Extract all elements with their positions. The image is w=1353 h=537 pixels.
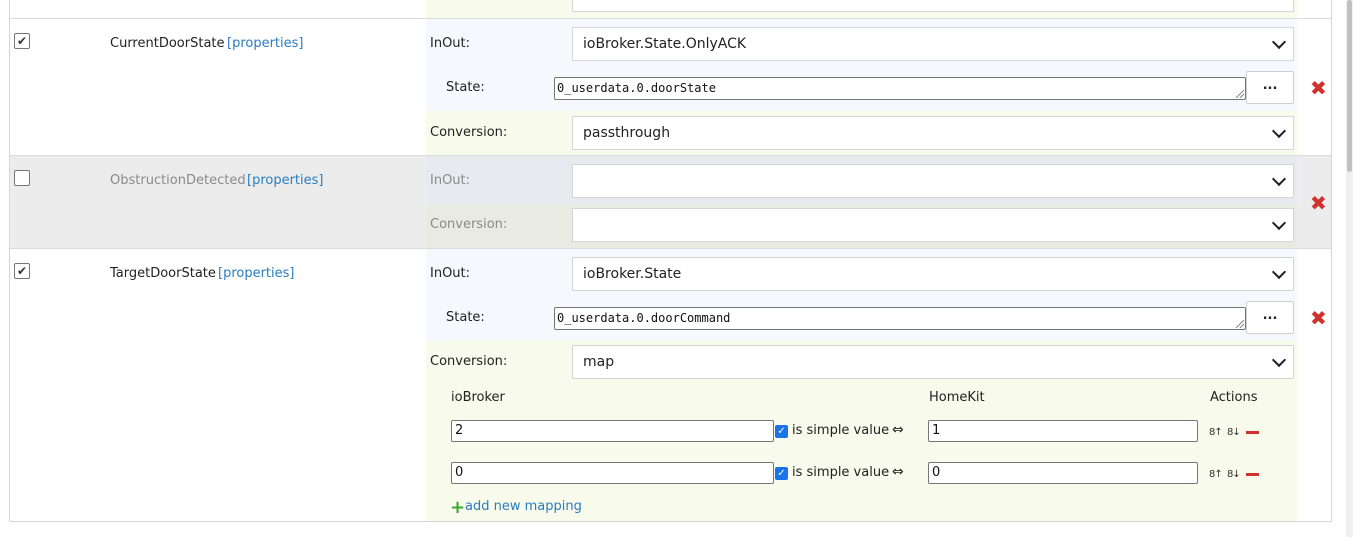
- characteristics-table-border: [9, 0, 1332, 522]
- scrollbar-thumb[interactable]: [1347, 0, 1352, 172]
